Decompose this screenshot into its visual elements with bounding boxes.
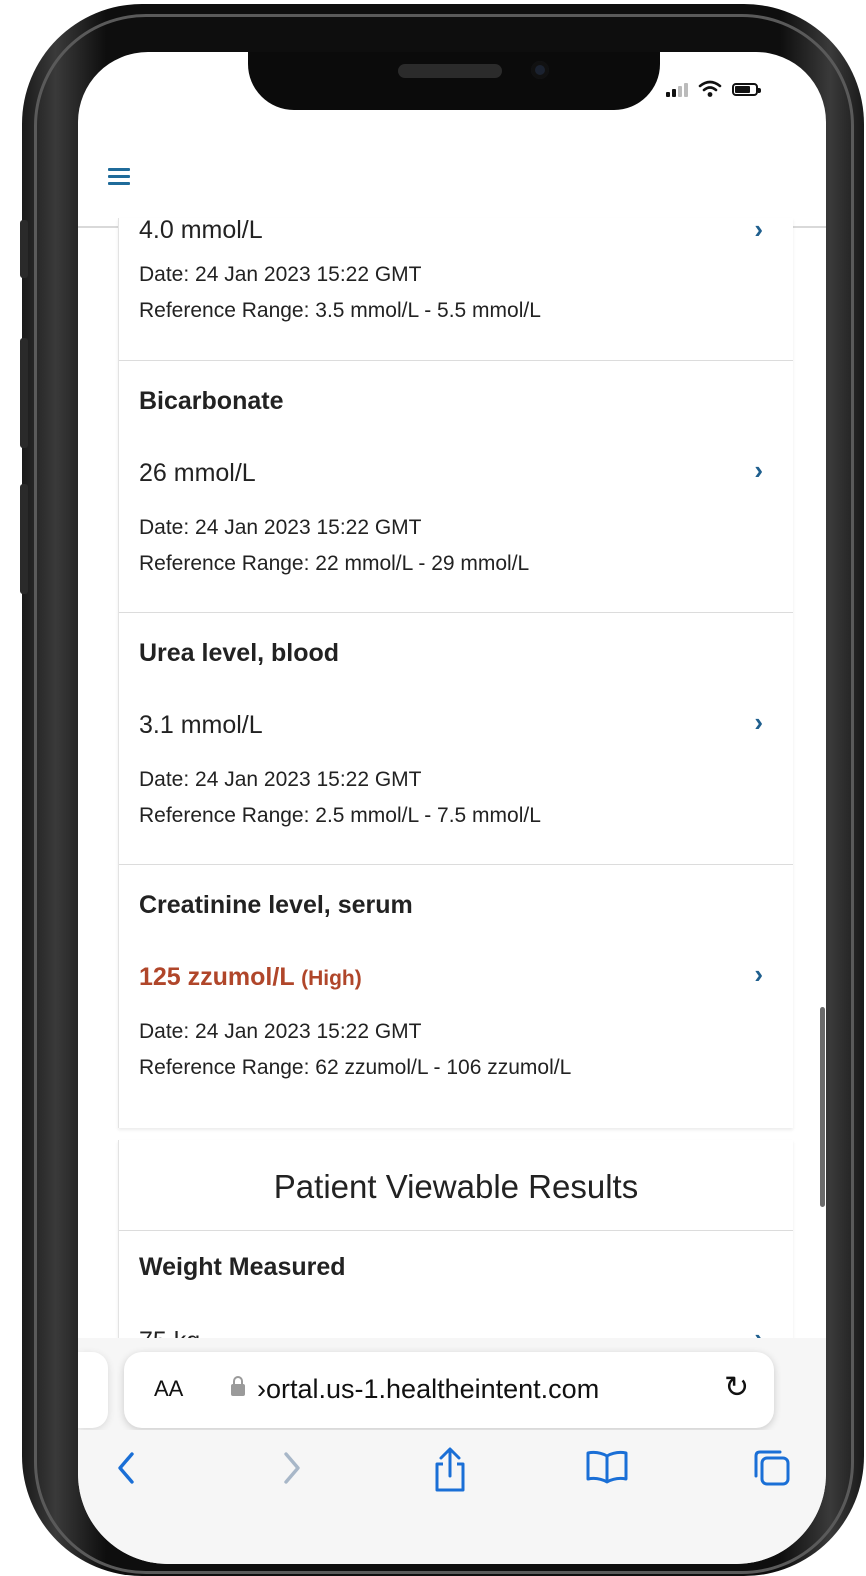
- result-value: 125 zzumol/L: [139, 963, 295, 991]
- chevron-right-icon: ›: [754, 959, 763, 989]
- lock-icon: [231, 1376, 245, 1396]
- result-reference-range: Reference Range: 62 zzumol/L - 106 zzumo…: [139, 1056, 572, 1079]
- result-row[interactable]: Bicarbonate 26 mmol/L › Date: 24 Jan 202…: [119, 361, 793, 611]
- volume-up-button: [20, 338, 28, 448]
- site-header: [78, 126, 826, 228]
- result-name: Bicarbonate: [139, 387, 284, 415]
- url-text[interactable]: ›ortal.us-1.healtheintent.com: [257, 1374, 599, 1405]
- notch: [248, 52, 660, 110]
- result-row[interactable]: 4.0 mmol/L › Date: 24 Jan 2023 15:22 GMT…: [119, 214, 793, 358]
- results-card: 4.0 mmol/L › Date: 24 Jan 2023 15:22 GMT…: [118, 214, 793, 1128]
- speaker: [398, 64, 502, 78]
- share-icon[interactable]: [430, 1446, 470, 1494]
- result-date: Date: 24 Jan 2023 15:22 GMT: [139, 1020, 422, 1043]
- status-bar: [666, 78, 761, 100]
- chevron-right-icon: ›: [754, 214, 763, 244]
- result-date: Date: 24 Jan 2023 15:22 GMT: [139, 768, 422, 791]
- result-reference-range: Reference Range: 22 mmol/L - 29 mmol/L: [139, 552, 530, 575]
- bookmarks-icon[interactable]: [584, 1446, 630, 1486]
- forward-icon[interactable]: [278, 1446, 306, 1490]
- section-title: Patient Viewable Results: [273, 1168, 639, 1205]
- result-reference-range: Reference Range: 2.5 mmol/L - 7.5 mmol/L: [139, 804, 541, 827]
- result-value-high: 125 zzumol/L (High): [139, 963, 362, 992]
- signal-icon: [666, 81, 688, 97]
- result-row[interactable]: Urea level, blood 3.1 mmol/L › Date: 24 …: [119, 613, 793, 863]
- tabs-icon[interactable]: [750, 1446, 794, 1490]
- back-icon[interactable]: [112, 1446, 140, 1490]
- previous-tab-peek[interactable]: [78, 1352, 108, 1428]
- reload-icon[interactable]: ↻: [724, 1370, 749, 1405]
- volume-down-button: [20, 484, 28, 594]
- text-size-button[interactable]: AA: [154, 1376, 183, 1402]
- result-date: Date: 24 Jan 2023 15:22 GMT: [139, 516, 422, 539]
- chevron-right-icon: ›: [754, 707, 763, 737]
- address-bar[interactable]: AA ›ortal.us-1.healtheintent.com ↻: [124, 1352, 774, 1428]
- result-value: 26 mmol/L: [139, 459, 256, 487]
- wifi-icon: [698, 80, 722, 97]
- result-date: Date: 24 Jan 2023 15:22 GMT: [139, 263, 422, 286]
- phone-screen: 4.0 mmol/L › Date: 24 Jan 2023 15:22 GMT…: [78, 52, 826, 1564]
- hamburger-menu-icon[interactable]: [108, 168, 130, 186]
- front-camera: [531, 61, 549, 79]
- chevron-right-icon: ›: [754, 455, 763, 485]
- scrollbar[interactable]: [820, 1007, 825, 1207]
- result-row[interactable]: Creatinine level, serum 125 zzumol/L (Hi…: [119, 865, 793, 1125]
- result-name: Creatinine level, serum: [139, 891, 413, 919]
- result-name: Urea level, blood: [139, 639, 340, 667]
- high-flag: (High): [301, 967, 362, 990]
- result-reference-range: Reference Range: 3.5 mmol/L - 5.5 mmol/L: [139, 299, 541, 322]
- mute-switch: [20, 220, 28, 278]
- browser-toolbar: [78, 1430, 826, 1564]
- result-value: 4.0 mmol/L: [139, 216, 263, 244]
- battery-icon: [732, 82, 761, 96]
- result-name: Weight Measured: [139, 1253, 346, 1281]
- result-value: 3.1 mmol/L: [139, 711, 263, 739]
